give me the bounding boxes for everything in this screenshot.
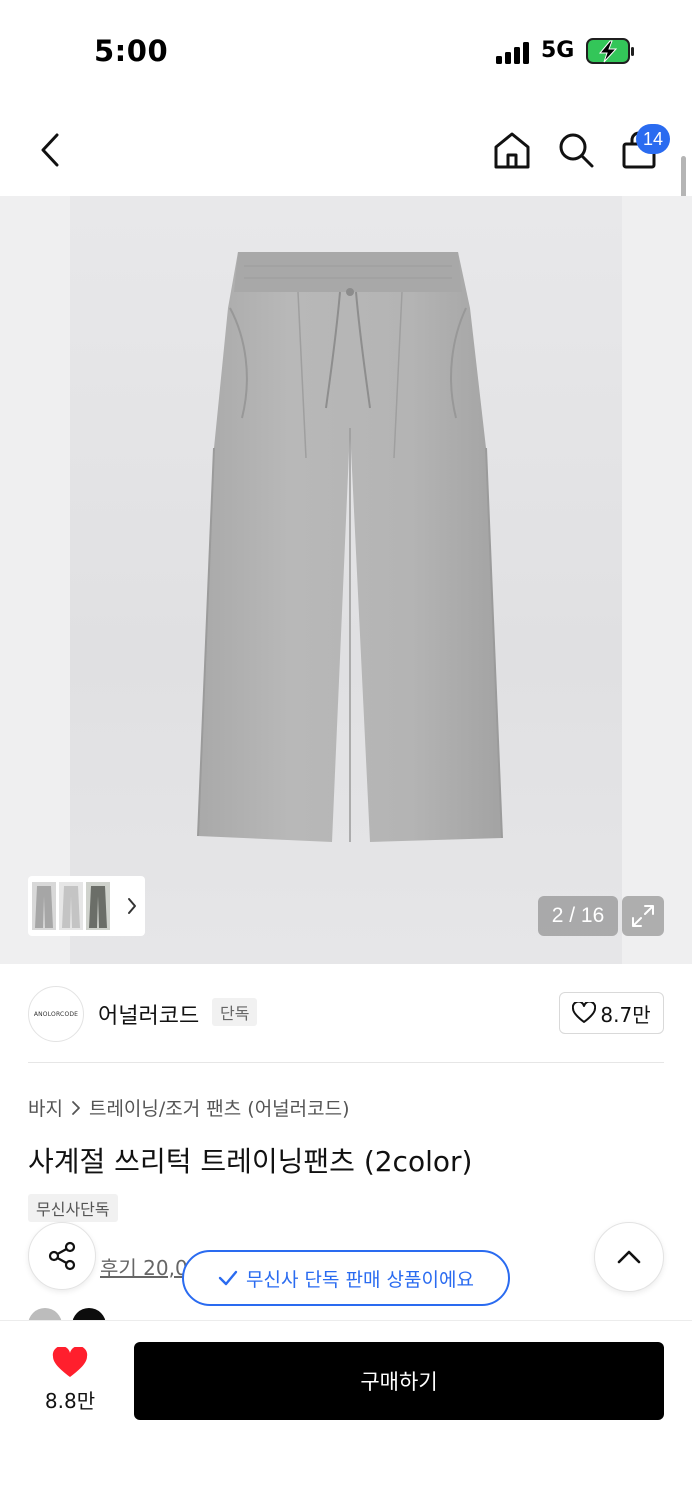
top-nav [0,100,692,196]
network-label: 5G [541,38,575,63]
exclusive-badge: 무신사단독 [28,1194,118,1222]
product-image-gallery[interactable]: 2 / 16 [0,196,692,964]
home-icon [494,132,530,169]
thumbnail-dark[interactable] [86,882,110,930]
brand-like-button[interactable]: 8.7만 [559,992,664,1034]
product-title: 사계절 쓰리턱 트레이닝팬츠 (2color) [28,1145,473,1178]
battery-charging-icon [586,38,634,64]
search-button[interactable] [552,126,600,174]
wishlist-button[interactable]: 8.8만 [30,1347,110,1417]
brand-like-count: 8.7만 [600,1002,651,1027]
toast-message: 무신사 단독 판매 상품이에요 [246,1268,474,1291]
breadcrumb-subcategory[interactable]: 트레이닝/조거 팬츠 (어널러코드) [89,1094,350,1121]
search-icon [559,133,594,168]
thumbnail-strip[interactable] [28,876,145,936]
bottom-action-bar: 8.8만 구매하기 [0,1320,692,1500]
chevron-right-icon [72,1100,80,1115]
brand-exclusive-tag: 단독 [212,998,258,1026]
brand-row: ANOLORCODE 어널러코드 단독 8.7만 [28,984,664,1042]
heart-outline-icon [572,1002,597,1023]
cart-count-badge: 14 [636,124,670,154]
breadcrumb-category[interactable]: 바지 [28,1094,63,1121]
brand-name[interactable]: 어널러코드 [98,998,199,1030]
chevron-right-icon[interactable] [125,894,139,918]
brand-logo[interactable]: ANOLORCODE [28,986,84,1042]
fullscreen-button[interactable] [622,896,664,936]
thumbnail-gray[interactable] [32,882,56,930]
product-image [197,252,503,842]
exclusive-toast: 무신사 단독 판매 상품이에요 [182,1250,510,1306]
buy-button[interactable]: 구매하기 [134,1342,664,1420]
share-icon [48,1241,76,1271]
expand-icon [632,905,654,927]
breadcrumb: 바지 트레이닝/조거 팬츠 (어널러코드) [28,1094,350,1121]
back-icon [41,133,59,167]
status-bar: 5:00 5G [0,0,692,100]
home-button[interactable] [488,126,536,174]
wishlist-count: 8.8만 [44,1389,96,1413]
signal-icon [496,42,529,64]
heart-icon [52,1347,88,1377]
back-button[interactable] [28,126,72,174]
scroll-to-top-button[interactable] [594,1222,664,1292]
divider [28,1062,664,1063]
status-time: 5:00 [94,34,169,68]
review-link[interactable]: 후기 20,0 [100,1252,188,1281]
share-button[interactable] [28,1222,96,1290]
image-page-counter: 2 / 16 [538,896,618,936]
check-icon [218,1270,238,1286]
chevron-up-icon [617,1250,641,1264]
thumbnail-light[interactable] [59,882,83,930]
